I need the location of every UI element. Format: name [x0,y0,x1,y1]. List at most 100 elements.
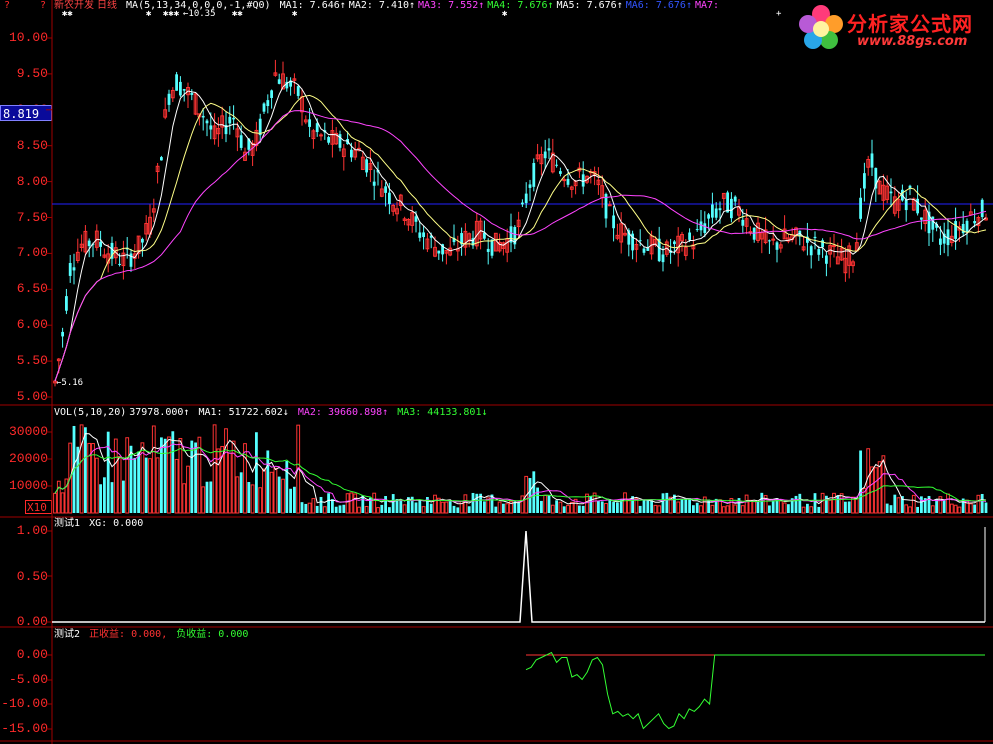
volume-bar-down [429,503,433,513]
candle-down [262,103,266,112]
volume-bar-down [334,506,338,513]
candle-down [372,181,376,186]
candle-down [939,238,942,245]
candle-down [99,241,102,247]
candle-down [752,227,756,240]
candle-down [418,232,422,238]
volume-bar-up [949,503,954,514]
volume-bar-up [634,498,639,514]
volume-bar-up [809,506,814,514]
volume-bar-down [756,501,760,513]
volume-bar-up [60,492,65,514]
volume-bar-down [885,503,889,513]
volume-bar-down [859,450,862,513]
volume-bar-up [778,500,783,514]
volume-bar-down [137,451,140,513]
volume-bar-up [604,502,608,514]
volume-bar-up [224,428,228,514]
candle-down [72,267,76,271]
candle-down [232,117,235,120]
candle-down [973,221,976,224]
volume-bar-up [854,498,859,514]
candle-down [809,246,813,256]
candle-down [661,254,665,263]
volume-bar-down [536,487,539,513]
chart-canvas[interactable] [0,0,993,744]
volume-bar-down [163,438,167,513]
candle-down [980,199,984,218]
volume-bar-down [642,499,646,513]
candle-down [768,240,771,242]
volume-bar-down [813,493,817,513]
volume-bar-down [806,503,809,513]
volume-bar-up [440,501,445,514]
volume-bar-up [550,504,555,514]
candle-down [612,215,615,229]
volume-bar-up [733,504,738,514]
volume-bar-down [847,501,851,513]
volume-bar-up [167,436,171,514]
candle-down [954,221,957,239]
volume-bar-down [327,493,330,513]
candle-up [832,245,836,248]
candle-down [118,263,121,265]
volume-bar-down [528,478,532,513]
volume-bar-down [612,502,615,513]
candle-down [741,219,745,226]
volume-bar-up [904,504,909,514]
volume-bar-down [935,499,938,513]
volume-bar-up [182,483,187,514]
volume-bar-down [399,500,403,513]
candle-down [209,125,213,130]
candle-down [61,331,64,337]
volume-bar-down [106,431,110,513]
volume-bar-up [307,502,312,514]
stock-chart-window: ? ? 新农开发 日线 MA(5,13,34,0,0,0,-1,#Q0) MA1:… [0,0,993,744]
candle-down [775,242,779,250]
volume-bar-up [353,493,358,514]
volume-bar-down [300,502,304,513]
candle-down [160,157,163,161]
candle-down [258,118,262,136]
volume-bar-up [117,456,122,514]
volume-bar-down [980,493,984,513]
volume-bar-down [844,501,847,513]
candle-down [190,92,194,95]
candle-down [813,236,817,239]
volume-bar-up [828,499,833,514]
candle-down [277,79,281,84]
volume-bar-down [380,504,384,513]
volume-bar-down [452,505,456,513]
volume-bar-up [744,494,749,514]
volume-bar-up [908,506,912,514]
ma34-line [54,110,987,382]
volume-bar-up [262,468,266,514]
volume-bar-up [782,502,787,514]
volume-bar-down [84,427,87,513]
candle-down [695,229,699,231]
volume-bar-down [646,499,650,513]
volume-bar-up [250,484,255,514]
candle-down [638,240,642,242]
candle-up [607,204,612,207]
volume-bar-down [760,492,764,513]
volume-bar-up [965,499,969,514]
volume-bar-up [463,494,468,514]
candle-down [718,208,722,211]
volume-bar-down [650,500,653,513]
volume-bar-down [319,496,323,513]
candle-down [521,202,524,205]
candle-down [239,135,243,148]
volume-bar-down [194,442,197,513]
volume-bar-down [578,505,581,513]
volume-bar-up [212,424,217,514]
ma13-line [54,94,987,382]
volume-bar-up [155,457,160,514]
candle-down [889,191,893,194]
candle-down [821,240,824,248]
volume-bar-down [190,440,194,513]
volume-bar-up [364,505,369,514]
candle-down [524,193,528,204]
volume-bar-up [953,504,958,514]
candle-down [182,89,186,91]
